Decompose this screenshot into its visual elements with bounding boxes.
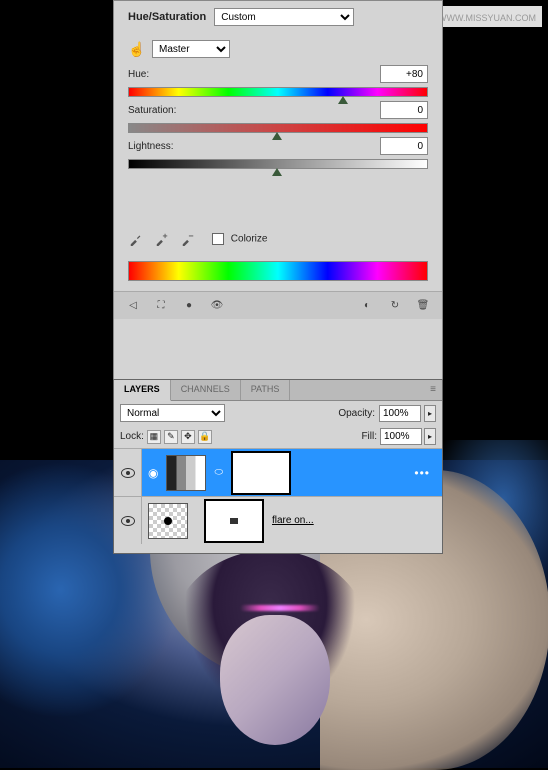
eyedropper-icon[interactable]: [128, 231, 144, 247]
lightness-input[interactable]: [380, 137, 428, 155]
fill-flyout-icon[interactable]: ▸: [424, 428, 436, 445]
layer-more-icon[interactable]: •••: [414, 466, 430, 480]
clip-icon[interactable]: ◐: [358, 298, 376, 314]
layer-row-1[interactable]: ◉ ⬭ •••: [114, 448, 442, 496]
layer-2-mask[interactable]: [204, 499, 264, 543]
hue-slider[interactable]: [128, 87, 428, 97]
hue-thumb[interactable]: [338, 96, 348, 104]
eyedropper-plus-icon[interactable]: [154, 231, 170, 247]
colorize-label: Colorize: [231, 234, 268, 245]
layers-tabs: LAYERS CHANNELS PATHS ≡: [114, 380, 442, 401]
layer-1-mask[interactable]: [231, 451, 291, 495]
opacity-input[interactable]: [379, 405, 421, 422]
lock-transparent-icon[interactable]: ▦: [147, 430, 161, 444]
range-select[interactable]: Master: [152, 40, 230, 58]
adjustment-icon: ◉: [148, 466, 158, 480]
lock-label: Lock:: [120, 431, 144, 442]
opacity-label: Opacity:: [338, 408, 375, 419]
saturation-input[interactable]: [380, 101, 428, 119]
fill-label: Fill:: [361, 431, 377, 442]
eyedropper-minus-icon[interactable]: [180, 231, 196, 247]
panel-menu-icon[interactable]: ≡: [424, 380, 442, 400]
layer-2-eye[interactable]: [114, 497, 142, 544]
panel-bottom-toolbar: ◁ ⛶ ● 👁 ◐ ↻ 🗑: [114, 291, 442, 319]
trash-icon[interactable]: 🗑: [414, 298, 432, 314]
tab-paths[interactable]: PATHS: [241, 380, 291, 400]
saturation-thumb[interactable]: [272, 132, 282, 140]
colorize-checkbox[interactable]: [212, 233, 224, 245]
eye-icon: [121, 516, 135, 526]
fill-input[interactable]: [380, 428, 422, 445]
expand-icon[interactable]: ⛶: [152, 298, 170, 314]
lightness-slider[interactable]: [128, 159, 428, 169]
tab-channels[interactable]: CHANNELS: [171, 380, 241, 400]
saturation-label: Saturation:: [128, 105, 176, 116]
visibility-icon[interactable]: 👁: [208, 298, 226, 314]
watermark-en: WWW.MISSYUAN.COM: [438, 13, 536, 23]
opacity-flyout-icon[interactable]: ▸: [424, 405, 436, 422]
saturation-slider[interactable]: [128, 123, 428, 133]
lightness-thumb[interactable]: [272, 168, 282, 176]
back-icon[interactable]: ◁: [124, 298, 142, 314]
lock-position-icon[interactable]: ✥: [181, 430, 195, 444]
colorize-check[interactable]: Colorize: [212, 233, 267, 245]
layers-panel: LAYERS CHANNELS PATHS ≡ Normal Opacity: …: [113, 379, 443, 554]
targeted-tool-icon[interactable]: [128, 41, 146, 57]
panel-title: Hue/Saturation: [128, 11, 206, 23]
blend-mode-select[interactable]: Normal: [120, 404, 225, 422]
lightness-label: Lightness:: [128, 141, 174, 152]
hue-input[interactable]: [380, 65, 428, 83]
link-icon: ⬭: [214, 467, 223, 478]
layer-2-name[interactable]: flare on...: [272, 515, 314, 526]
eye-icon: [121, 468, 135, 478]
hue-saturation-panel: Hue/Saturation Custom Master Hue: Satura…: [113, 0, 443, 380]
layer-1-adjust-thumb[interactable]: [166, 455, 206, 491]
layer-row-2[interactable]: flare on...: [114, 496, 442, 544]
tab-layers[interactable]: LAYERS: [114, 380, 171, 401]
hue-label: Hue:: [128, 69, 149, 80]
lock-pixels-icon[interactable]: ✎: [164, 430, 178, 444]
preset-select[interactable]: Custom: [214, 8, 354, 26]
lock-all-icon[interactable]: 🔒: [198, 430, 212, 444]
layer-2-thumb[interactable]: [148, 503, 188, 539]
hair-highlight: [240, 605, 320, 611]
layer-1-eye[interactable]: [114, 449, 142, 496]
reset-icon[interactable]: ↻: [386, 298, 404, 314]
view-icon[interactable]: ●: [180, 298, 198, 314]
spectrum-bar: [128, 261, 428, 281]
face: [220, 615, 330, 745]
